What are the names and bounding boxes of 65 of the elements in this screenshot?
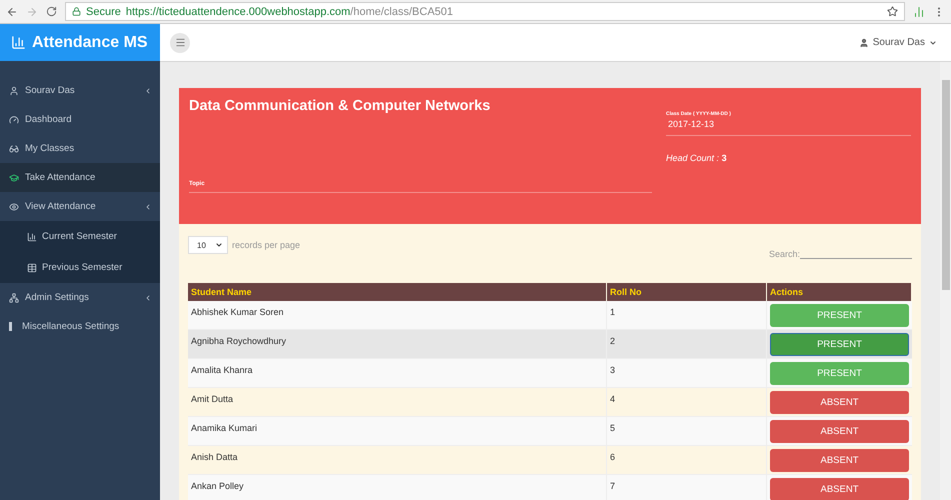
- url-text: https://ticteduattendence.000webhostapp.com/home/class/BCA501: [126, 6, 454, 18]
- extension-icon[interactable]: [913, 6, 925, 18]
- attendance-button[interactable]: ABSENT: [770, 449, 909, 472]
- bar-chart-icon: [27, 232, 37, 242]
- roll-number: 6: [607, 446, 767, 475]
- class-date: 2017-12-13: [666, 117, 911, 136]
- student-name: Ankan Polley: [188, 475, 607, 500]
- roll-number: 2: [607, 330, 767, 359]
- caret-icon: [144, 294, 152, 302]
- roll-number: 7: [607, 475, 767, 500]
- student-name: Agnibha Roychowdhury: [188, 330, 607, 359]
- caret-icon: [929, 38, 937, 46]
- student-name: Anamika Kumari: [188, 417, 607, 446]
- user-icon: [9, 86, 19, 96]
- caret-icon: [144, 202, 152, 210]
- table-icon: [27, 262, 37, 272]
- user-icon: [858, 38, 869, 48]
- roll-number: 5: [607, 417, 767, 446]
- secure-label: Secure: [86, 6, 121, 18]
- page-size-select[interactable]: 10: [188, 236, 228, 254]
- eye-icon: [9, 202, 19, 212]
- exclamation-icon: [9, 322, 12, 331]
- chart-icon: [11, 35, 26, 50]
- roll-number: 1: [607, 301, 767, 330]
- student-name: Anish Datta: [188, 446, 607, 475]
- page-size-label: records per page: [232, 240, 300, 250]
- gauge-icon: [9, 114, 19, 124]
- caret-icon: [215, 241, 223, 249]
- attendance-button[interactable]: ABSENT: [770, 420, 909, 443]
- sidebar-item[interactable]: View Attendance: [0, 192, 160, 221]
- sidebar-subitem[interactable]: Current Semester: [0, 221, 160, 252]
- column-header: Student Name: [188, 283, 607, 301]
- student-name: Amalita Khanra: [188, 359, 607, 388]
- sitemap-icon: [9, 292, 19, 302]
- attendance-button[interactable]: ABSENT: [770, 391, 909, 414]
- menu-toggle-button[interactable]: [170, 32, 190, 52]
- scrollbar[interactable]: [940, 62, 951, 500]
- reload-icon[interactable]: [46, 6, 57, 17]
- brand-title: Attendance MS: [32, 34, 148, 52]
- column-header: Actions: [767, 283, 912, 301]
- sidebar-item[interactable]: My Classes: [0, 134, 160, 163]
- student-name: Abhishek Kumar Soren: [188, 301, 607, 330]
- menu-icon: [174, 37, 186, 48]
- sidebar-item[interactable]: Sourav Das: [0, 76, 160, 105]
- sidebar-item[interactable]: Take Attendance: [0, 163, 160, 192]
- caret-icon: [144, 86, 152, 94]
- roll-number: 4: [607, 388, 767, 417]
- sidebar-subitem[interactable]: Previous Semester: [0, 252, 160, 283]
- lock-icon: [72, 7, 81, 16]
- attendance-button[interactable]: ABSENT: [770, 478, 909, 500]
- search-label: Search:: [768, 249, 800, 259]
- graduation-cap-icon: [9, 172, 19, 182]
- class-title: Data Communication & Computer Networks: [189, 98, 492, 114]
- star-icon[interactable]: [887, 6, 898, 17]
- column-header: Roll No: [607, 283, 767, 301]
- head-count: Head Count : 3: [666, 153, 728, 163]
- roll-number: 3: [607, 359, 767, 388]
- sidebar-item[interactable]: Admin Settings: [0, 283, 160, 312]
- address-bar[interactable]: Secure https://ticteduattendence.000webhostapp.com/home/class/BCA501: [65, 2, 905, 21]
- glasses-icon: [9, 144, 19, 154]
- student-name: Amit Dutta: [188, 388, 607, 417]
- back-icon[interactable]: [6, 6, 18, 18]
- sidebar-item[interactable]: Miscellaneous Settings: [0, 312, 160, 341]
- sidebar-item[interactable]: Dashboard: [0, 105, 160, 134]
- user-menu[interactable]: Sourav Das: [852, 36, 943, 49]
